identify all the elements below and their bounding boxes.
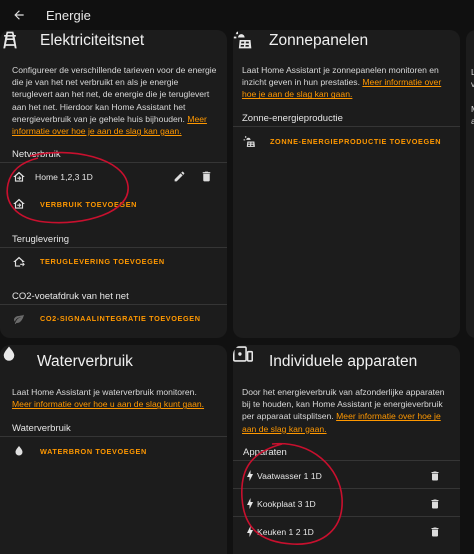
consumption-item-label: Home 1,2,3 1D	[35, 172, 93, 182]
divider	[233, 516, 460, 517]
divider	[0, 247, 227, 248]
delete-device-button[interactable]	[426, 523, 444, 541]
pencil-icon	[174, 171, 184, 181]
add-water-button[interactable]: WATERBRON TOEVOEGEN	[40, 447, 147, 456]
top-app-bar: Energie	[0, 0, 474, 30]
back-button[interactable]	[6, 2, 32, 28]
lightning-bolt-icon	[242, 495, 258, 511]
arrow-left-icon	[14, 10, 24, 20]
grid-description: Configureer de verschillende tarieven vo…	[12, 65, 217, 137]
add-solar-button[interactable]: ZONNE-ENERGIEPRODUCTIE TOEVOEGEN	[270, 137, 441, 146]
divider	[0, 436, 227, 437]
add-co2-button[interactable]: CO2-SIGNAALINTEGRATIE TOEVOEGEN	[40, 314, 201, 323]
delete-device-button[interactable]	[426, 467, 444, 485]
divider	[0, 162, 227, 163]
solar-description: Laat Home Assistant je zonnepanelen moni…	[242, 65, 442, 100]
divider	[233, 126, 460, 127]
devices-card-title: Individuele apparaten	[269, 353, 418, 370]
divider	[233, 460, 460, 461]
lightning-bolt-icon	[242, 523, 258, 539]
leaf-icon	[11, 311, 27, 327]
consumption-section-title: Netverbruik	[12, 149, 61, 160]
device-item-label: Keuken 1 2 1D	[257, 527, 314, 537]
water-drop-icon	[11, 443, 27, 459]
divider	[0, 304, 227, 305]
add-consumption-button[interactable]: VERBRUIK TOEVOEGEN	[40, 200, 137, 209]
lightning-bolt-icon	[242, 467, 258, 483]
grid-card: Elektriciteitsnet Configureer de verschi…	[0, 30, 227, 338]
water-description: Laat Home Assistant je waterverbruik mon…	[12, 387, 205, 410]
divider	[233, 488, 460, 489]
trash-icon	[431, 471, 439, 481]
devices-section-title: Apparaten	[243, 447, 287, 458]
co2-section-title: CO2-voetafdruk van het net	[12, 291, 129, 302]
solar-power-icon	[241, 133, 257, 149]
devices-description: Door het energieverbruik van afzonderlij…	[242, 387, 445, 434]
battery-card-partial: Lv Ma	[466, 30, 474, 338]
page-title: Energie	[46, 7, 91, 23]
edit-consumption-button[interactable]	[170, 167, 188, 185]
solar-card: Zonnepanelen Laat Home Assistant je zonn…	[233, 30, 460, 338]
water-card: Waterverbruik Laat Home Assistant je wat…	[0, 345, 227, 554]
devices-card: Individuele apparaten Door het energieve…	[233, 345, 460, 554]
solar-section-title: Zonne-energieproductie	[242, 113, 343, 124]
trash-icon	[431, 527, 439, 537]
device-item-label: Kookplaat 3 1D	[257, 499, 316, 509]
delete-consumption-button[interactable]	[197, 167, 215, 185]
water-section-title: Waterverbruik	[12, 423, 71, 434]
solar-card-title: Zonnepanelen	[269, 32, 369, 49]
grid-card-title: Elektriciteitsnet	[40, 32, 145, 49]
add-return-button[interactable]: TERUGLEVERING TOEVOEGEN	[40, 257, 165, 266]
home-import-icon	[11, 196, 27, 212]
delete-device-button[interactable]	[426, 495, 444, 513]
home-import-icon	[11, 169, 27, 185]
water-card-title: Waterverbruik	[37, 353, 133, 370]
trash-icon	[431, 499, 439, 509]
return-section-title: Teruglevering	[12, 234, 70, 245]
device-item-label: Vaatwasser 1 1D	[257, 471, 322, 481]
home-export-icon	[11, 254, 27, 270]
water-learn-more-link[interactable]: Meer informatie over hoe u aan de slag k…	[12, 399, 204, 409]
trash-icon	[202, 171, 210, 181]
